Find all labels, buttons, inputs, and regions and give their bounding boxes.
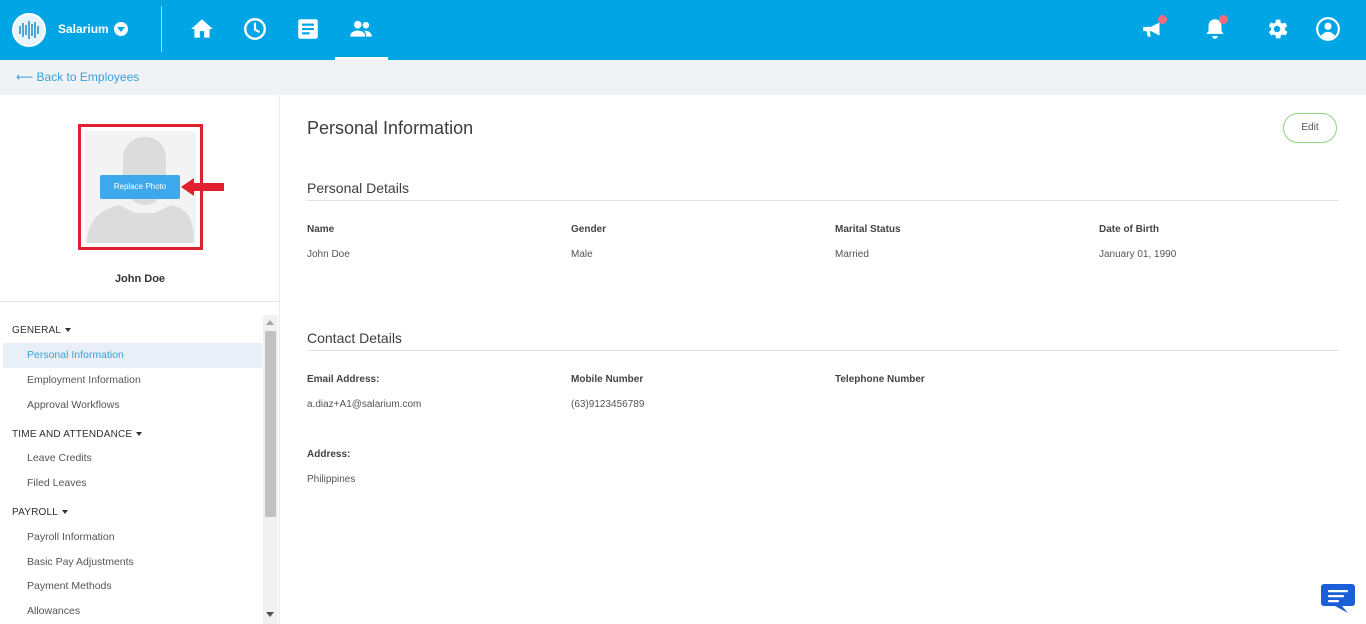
menu-group-time-and-attendance[interactable]: TIME AND ATTENDANCE xyxy=(12,429,143,440)
name-value: John Doe xyxy=(307,249,350,260)
menu-group-label: TIME AND ATTENDANCE xyxy=(12,429,133,440)
date-of-birth-label: Date of Birth xyxy=(1099,224,1159,235)
sidebar-item-allowances[interactable]: Allowances xyxy=(27,605,80,617)
menu-group-label: PAYROLL xyxy=(12,507,59,518)
replace-photo-button[interactable]: Replace Photo xyxy=(100,175,180,199)
salarium-logo[interactable] xyxy=(12,13,46,47)
people-icon[interactable] xyxy=(348,16,374,42)
sidebar-item-filed-leaves[interactable]: Filed Leaves xyxy=(27,477,87,489)
section-title-contact-details: Contact Details xyxy=(307,330,402,346)
edit-button[interactable]: Edit xyxy=(1283,113,1337,143)
menu-group-payroll[interactable]: PAYROLL xyxy=(12,507,69,518)
bell-icon[interactable] xyxy=(1202,15,1228,42)
date-of-birth-value: January 01, 1990 xyxy=(1099,249,1177,260)
caret-down-icon xyxy=(62,510,69,515)
address-value: Philippines xyxy=(307,474,356,485)
sidebar-item-basic-pay-adjustments[interactable]: Basic Pay Adjustments xyxy=(27,556,134,568)
arrow-left-icon xyxy=(181,177,225,202)
marital-status-value: Married xyxy=(835,249,869,260)
section-divider xyxy=(307,200,1339,201)
top-navigation-bar: Salarium xyxy=(0,0,1366,60)
breadcrumb: ⟵ Back to Employees xyxy=(0,60,1366,95)
notification-dot xyxy=(1219,15,1228,24)
company-name[interactable]: Salarium xyxy=(58,22,109,36)
telephone-number-label: Telephone Number xyxy=(835,374,925,385)
mobile-number-value: (63)9123456789 xyxy=(571,399,645,410)
caret-down-icon xyxy=(65,328,72,333)
chat-icon[interactable] xyxy=(1320,582,1356,619)
section-divider xyxy=(307,350,1339,351)
scroll-down-arrow-icon[interactable] xyxy=(266,612,274,617)
employee-name: John Doe xyxy=(114,273,166,285)
sidebar-item-leave-credits[interactable]: Leave Credits xyxy=(27,452,92,464)
sidebar-item-approval-workflows[interactable]: Approval Workflows xyxy=(27,399,120,411)
profile-sidebar: Replace Photo John Doe GENERAL Personal … xyxy=(0,95,280,624)
menu-group-label: GENERAL xyxy=(12,325,62,336)
email-value: a.diaz+A1@salarium.com xyxy=(307,399,422,410)
notification-dot xyxy=(1158,15,1167,24)
home-icon[interactable] xyxy=(189,16,215,42)
email-label: Email Address: xyxy=(307,374,380,385)
sidebar-item-personal-information[interactable]: Personal Information xyxy=(27,349,124,361)
gear-icon[interactable] xyxy=(1264,16,1290,42)
gender-label: Gender xyxy=(571,224,607,235)
mobile-number-label: Mobile Number xyxy=(571,374,644,385)
page-title: Personal Information xyxy=(307,118,474,138)
user-icon[interactable] xyxy=(1315,16,1341,42)
sidebar-item-payroll-information[interactable]: Payroll Information xyxy=(27,531,115,543)
divider xyxy=(0,301,279,302)
sidebar-item-payment-methods[interactable]: Payment Methods xyxy=(27,580,112,592)
back-to-employees-link[interactable]: ⟵ Back to Employees xyxy=(16,70,139,84)
caret-down-icon xyxy=(136,432,143,437)
gender-value: Male xyxy=(571,249,593,260)
clock-icon[interactable] xyxy=(242,16,268,42)
scrollbar-thumb[interactable] xyxy=(265,331,276,517)
chevron-down-icon[interactable] xyxy=(114,22,128,36)
name-label: Name xyxy=(307,224,335,235)
megaphone-icon[interactable] xyxy=(1140,15,1167,42)
scroll-up-arrow-icon[interactable] xyxy=(266,320,274,325)
document-icon[interactable] xyxy=(295,16,321,42)
marital-status-label: Marital Status xyxy=(835,224,901,235)
address-label: Address: xyxy=(307,449,351,460)
section-title-personal-details: Personal Details xyxy=(307,180,409,196)
nav-divider xyxy=(161,6,162,52)
menu-group-general[interactable]: GENERAL xyxy=(12,325,72,336)
sidebar-item-employment-information[interactable]: Employment Information xyxy=(27,374,141,386)
